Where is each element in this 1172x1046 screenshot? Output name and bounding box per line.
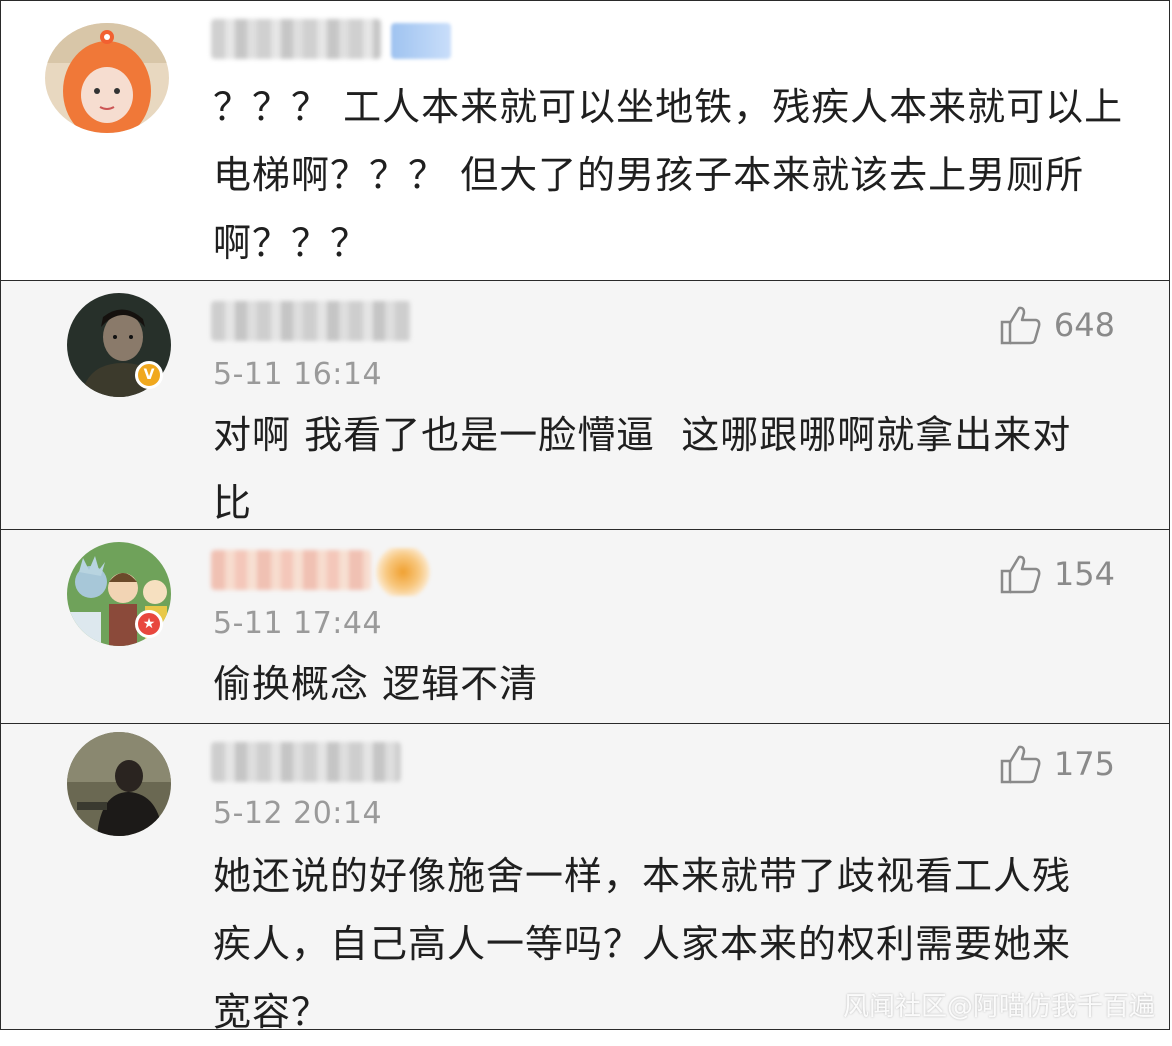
like-button[interactable]: 154 <box>1000 554 1115 594</box>
timestamp: 5-12 20:14 <box>213 796 383 831</box>
timestamp: 5-11 16:14 <box>213 357 383 392</box>
like-count: 175 <box>1053 745 1115 783</box>
thumbs-up-icon <box>1000 555 1041 594</box>
thumbs-up-icon <box>1000 745 1041 784</box>
reply-item: 175 5-12 20:14 她还说的好像施舍一样，本来就带了歧视看工人残疾人，… <box>0 723 1170 1034</box>
reply-text: 对啊 我看了也是一脸懵逼 这哪跟哪啊就拿出来对比 <box>213 413 1072 525</box>
avatar-image <box>45 23 169 133</box>
username-blurred[interactable] <box>211 550 371 590</box>
main-comment: ？？？ 工人本来就可以坐地铁，残疾人本来就可以上电梯啊？？？ 但大了的男孩子本来… <box>0 0 1170 281</box>
comment-text: ？？？ 工人本来就可以坐地铁，残疾人本来就可以上电梯啊？？？ 但大了的男孩子本来… <box>213 85 1124 265</box>
verified-v-icon: V <box>135 361 163 389</box>
member-tag-blurred <box>375 548 431 596</box>
reply-text: 偷换概念 逻辑不清 <box>213 662 539 706</box>
username-blurred[interactable] <box>211 742 401 782</box>
username-blurred[interactable] <box>211 19 381 59</box>
like-button[interactable]: 175 <box>1000 744 1115 784</box>
thumbs-up-icon <box>1000 306 1041 345</box>
reply-item: ★ 154 5-11 17:44 偷换概念 逻辑不清 <box>0 529 1170 724</box>
username-blurred[interactable] <box>211 301 411 341</box>
member-tag-blurred <box>391 23 451 59</box>
avatar[interactable] <box>45 23 169 133</box>
star-badge-icon: ★ <box>135 610 163 638</box>
avatar[interactable] <box>67 732 171 836</box>
reply-item: V 648 5-11 16:14 对啊 我看了也是一脸懵逼 这哪跟哪啊就拿出来对… <box>0 280 1170 530</box>
comment-thread: ？？？ 工人本来就可以坐地铁，残疾人本来就可以上电梯啊？？？ 但大了的男孩子本来… <box>0 0 1172 1034</box>
like-count: 154 <box>1053 555 1115 593</box>
like-button[interactable]: 648 <box>1000 305 1115 345</box>
watermark: 风闻社区@阿喵仿我千百遍 <box>842 992 1155 1022</box>
like-count: 648 <box>1053 306 1115 344</box>
timestamp: 5-11 17:44 <box>213 606 383 641</box>
avatar-image <box>67 732 171 836</box>
